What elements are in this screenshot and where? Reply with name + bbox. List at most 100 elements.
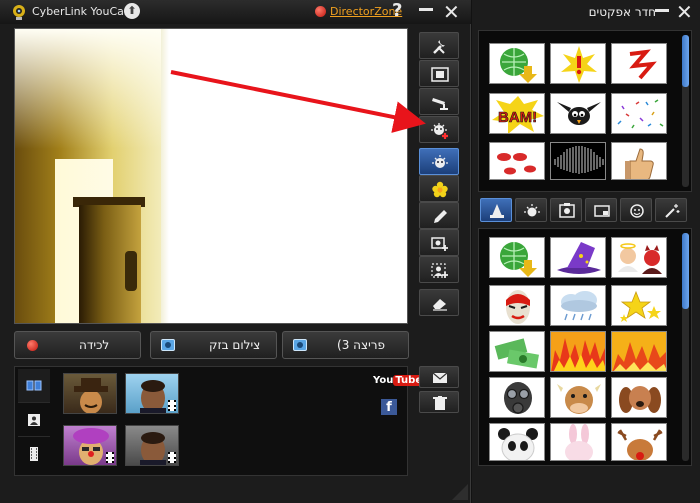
effect-tile[interactable] (611, 285, 667, 326)
email-button[interactable] (419, 366, 459, 388)
effect-tile[interactable] (489, 423, 545, 461)
media-thumbnail[interactable] (125, 373, 179, 414)
eraser-button[interactable] (419, 289, 459, 316)
tab-emotions[interactable] (515, 198, 547, 222)
effect-tile[interactable] (489, 237, 545, 278)
effect-tile[interactable] (489, 377, 545, 418)
wizard-hat-icon (557, 242, 601, 274)
reindeer-icon (617, 429, 663, 460)
youtube-upload-button[interactable]: You Tube (373, 375, 425, 386)
tab-magic[interactable] (655, 198, 687, 222)
zigzag-icon (629, 49, 657, 80)
effect-tile[interactable] (611, 93, 667, 134)
youcam-logo-icon (13, 5, 25, 20)
effects-grid-scrollbar[interactable] (682, 233, 689, 461)
effect-tile[interactable] (489, 331, 545, 372)
cowboy-avatar-image (74, 378, 108, 413)
surveillance-button[interactable] (419, 88, 459, 115)
tab-frames[interactable] (550, 198, 582, 222)
effects-room-window: חדר אפקטים ✕ BAM! (472, 0, 700, 503)
panda-icon (498, 428, 538, 460)
gallery-tab-videos[interactable] (18, 437, 50, 471)
effect-tile[interactable] (550, 377, 606, 418)
facebook-upload-button[interactable]: f (381, 399, 397, 415)
capture-record-button[interactable]: לכידה (14, 331, 141, 359)
gallery-tab-photos[interactable] (18, 403, 50, 437)
director-zone-icon[interactable] (315, 6, 326, 17)
wrench-screwdriver-icon (433, 40, 445, 54)
effects-category-tabs (478, 198, 692, 224)
magic-wand-icon (665, 204, 680, 218)
tab-faces[interactable] (620, 198, 652, 222)
effect-tile[interactable] (550, 142, 606, 180)
effect-tile[interactable] (550, 93, 606, 134)
video-badge-icon (106, 452, 114, 463)
resize-grip-icon[interactable] (452, 484, 468, 500)
effect-tile[interactable] (611, 142, 667, 180)
recent-effects-scrollbar[interactable] (682, 35, 689, 187)
screen: CyberLink YouCam ⬆ DirectorZone ? ✕ לכיד… (0, 0, 700, 503)
snapshot-button[interactable]: צילום בזק (150, 331, 277, 359)
scene-frame-icon (594, 205, 610, 217)
fullscreen-button[interactable] (419, 60, 459, 87)
magic-button[interactable] (419, 175, 459, 202)
globe-download-icon (500, 242, 537, 277)
brush-button[interactable] (419, 202, 459, 229)
effect-tile[interactable] (550, 423, 606, 461)
youcam-main-window: CyberLink YouCam ⬆ DirectorZone ? ✕ לכיד… (0, 0, 471, 503)
tab-scenes[interactable] (585, 198, 617, 222)
effect-tile[interactable] (489, 142, 545, 180)
effect-tile[interactable] (611, 43, 667, 84)
avatar-add-icon (431, 263, 448, 278)
update-arrow-icon[interactable]: ⬆ (124, 3, 140, 19)
tab-avatars[interactable] (480, 198, 512, 222)
media-thumbnail[interactable] (125, 425, 179, 466)
effect-tile[interactable] (489, 285, 545, 326)
media-thumbnail[interactable] (63, 373, 117, 414)
effect-tile[interactable] (550, 43, 606, 84)
effect-tile[interactable] (611, 237, 667, 278)
effects-close-button[interactable]: ✕ (676, 0, 693, 24)
effect-tile[interactable] (550, 237, 606, 278)
minimize-button[interactable] (419, 8, 433, 11)
gallery-tab-all[interactable] (18, 369, 50, 403)
all-media-icon (26, 380, 42, 391)
red-lips-icon (497, 153, 536, 175)
effect-tile[interactable] (550, 285, 606, 326)
envelope-icon (432, 372, 448, 383)
title-bar[interactable]: CyberLink YouCam ⬆ DirectorZone ? ✕ (0, 0, 471, 24)
effects-room-button[interactable] (419, 116, 459, 143)
bam-icon: BAM! (492, 96, 544, 133)
help-button[interactable]: ? (392, 0, 402, 21)
gas-mask-icon (504, 382, 532, 414)
media-thumbnail[interactable] (63, 425, 117, 466)
burst-label: (פריצה 3 (337, 338, 386, 352)
settings-tools-button[interactable] (419, 32, 459, 59)
gold-stars-icon (620, 290, 661, 322)
effect-tile[interactable] (550, 331, 606, 372)
close-button[interactable]: ✕ (443, 0, 460, 24)
video-badge-icon (168, 400, 176, 411)
trash-icon (433, 396, 447, 410)
avatar-button[interactable] (419, 256, 459, 283)
effect-tile[interactable] (611, 423, 667, 461)
effects-icon (524, 204, 540, 217)
equalizer-icon (554, 146, 604, 174)
scene-add-icon (431, 237, 448, 251)
effect-tile[interactable] (611, 331, 667, 372)
effects-room-title: חדר אפקטים (588, 5, 656, 19)
delete-button[interactable] (419, 391, 459, 413)
effect-tile[interactable] (489, 43, 545, 84)
media-gallery: You Tube f (14, 366, 425, 476)
effects-icon (432, 155, 448, 168)
effect-tile[interactable] (611, 377, 667, 418)
scene-button[interactable] (419, 229, 459, 256)
video-badge-icon (168, 452, 176, 463)
security-camera-icon (432, 98, 448, 110)
pencil-icon (434, 210, 447, 223)
smiley-icon (630, 204, 644, 218)
effects-minimize-button[interactable] (655, 9, 669, 12)
effect-tile[interactable]: BAM! (489, 93, 545, 134)
effects-tab-button[interactable] (419, 148, 459, 175)
burst-button[interactable]: (פריצה 3 (282, 331, 409, 359)
